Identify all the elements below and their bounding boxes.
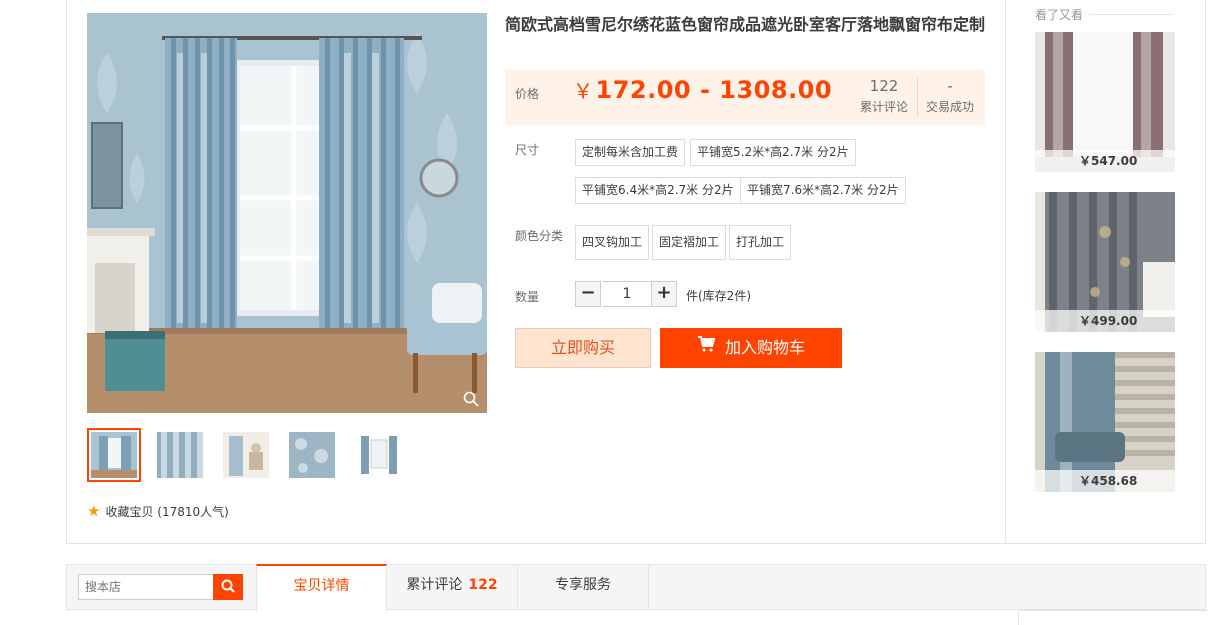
main-product-image[interactable] xyxy=(87,13,487,413)
deals-label: 交易成功 xyxy=(925,100,974,114)
currency-symbol: ￥ xyxy=(573,79,594,103)
side-item-2-price: ￥499.00 xyxy=(1035,310,1175,332)
add-to-cart-button[interactable]: 加入购物车 xyxy=(660,328,842,368)
color-option-2[interactable]: 固定褶加工 xyxy=(652,225,727,260)
stat-separator xyxy=(917,77,918,117)
thumbnail-2[interactable] xyxy=(153,428,207,482)
buy-now-button[interactable]: 立即购买 xyxy=(515,328,651,368)
quantity-increase-button[interactable]: + xyxy=(651,281,677,307)
thumbnail-5[interactable] xyxy=(351,428,405,482)
price-value: ￥172.00 - 1308.00 xyxy=(573,75,832,104)
tab-services-label: 专享服务 xyxy=(555,577,611,593)
tab-details-label: 宝贝详情 xyxy=(293,578,350,594)
shop-search-button[interactable] xyxy=(213,574,243,600)
side-title-line xyxy=(1089,14,1173,15)
tab-services[interactable]: 专享服务 xyxy=(518,564,649,610)
cart-icon xyxy=(697,327,716,367)
side-item-1-price: ￥547.00 xyxy=(1035,150,1175,172)
side-title-text: 看了又看 xyxy=(1035,8,1084,22)
side-item-1[interactable]: ￥547.00 xyxy=(1035,32,1175,172)
zoom-icon[interactable] xyxy=(463,391,479,407)
thumbnail-3[interactable] xyxy=(219,428,273,482)
price-range: 172.00 - 1308.00 xyxy=(595,76,833,104)
stock-text: 件(库存2件) xyxy=(686,289,751,303)
quantity-label: 数量 xyxy=(515,290,540,304)
thumbnail-1[interactable] xyxy=(87,428,141,482)
reviews-label: 累计评论 xyxy=(859,100,908,114)
side-item-3[interactable]: ￥458.68 xyxy=(1035,352,1175,492)
size-label: 尺寸 xyxy=(515,143,540,157)
color-option-3[interactable]: 打孔加工 xyxy=(729,225,792,260)
sidebar-box-top-border xyxy=(1018,610,1208,611)
side-item-3-price: ￥458.68 xyxy=(1035,470,1175,492)
tab-details[interactable]: 宝贝详情 xyxy=(256,564,387,611)
star-icon: ★ xyxy=(87,502,101,520)
color-option-1[interactable]: 四叉钩加工 xyxy=(575,225,650,260)
tab-reviews-label: 累计评论 xyxy=(406,577,463,593)
deals-stat: - 交易成功 xyxy=(921,77,979,115)
side-title: 看了又看 xyxy=(1035,6,1173,23)
thumbnail-4[interactable] xyxy=(285,428,339,482)
color-label: 颜色分类 xyxy=(515,229,564,243)
quantity-input[interactable] xyxy=(603,281,651,307)
price-panel: 价格 ￥172.00 - 1308.00 122 累计评论 - 交易成功 xyxy=(505,69,985,125)
size-option-3[interactable]: 平铺宽6.4米*高2.7米 分2片 xyxy=(575,177,741,204)
thumbnail-strip xyxy=(87,428,405,482)
tab-reviews-count: 122 xyxy=(468,577,498,593)
reviews-stat[interactable]: 122 累计评论 xyxy=(855,77,913,115)
sidebar-box-left-border xyxy=(1018,610,1019,625)
size-option-1[interactable]: 定制每米含加工费 xyxy=(575,139,686,166)
side-divider xyxy=(1005,0,1006,543)
reviews-count: 122 xyxy=(869,77,899,95)
size-option-2[interactable]: 平铺宽5.2米*高2.7米 分2片 xyxy=(690,139,856,166)
add-to-cart-label: 加入购物车 xyxy=(724,338,805,357)
favorite-button[interactable]: ★ 收藏宝贝 (17810人气) xyxy=(87,503,229,520)
side-item-2[interactable]: ￥499.00 xyxy=(1035,192,1175,332)
product-title: 简欧式高档雪尼尔绣花蓝色窗帘成品遮光卧室客厅落地飘窗帘布定制 xyxy=(505,15,986,34)
search-icon xyxy=(221,579,235,596)
size-option-4[interactable]: 平铺宽7.6米*高2.7米 分2片 xyxy=(740,177,906,204)
favorite-label: 收藏宝贝 (17810人气) xyxy=(105,505,229,519)
tab-reviews[interactable]: 累计评论 122 xyxy=(387,564,518,610)
shop-search-input[interactable] xyxy=(78,574,214,600)
deals-count: - xyxy=(947,77,953,95)
quantity-decrease-button[interactable]: − xyxy=(575,281,601,307)
price-label: 价格 xyxy=(515,87,540,101)
